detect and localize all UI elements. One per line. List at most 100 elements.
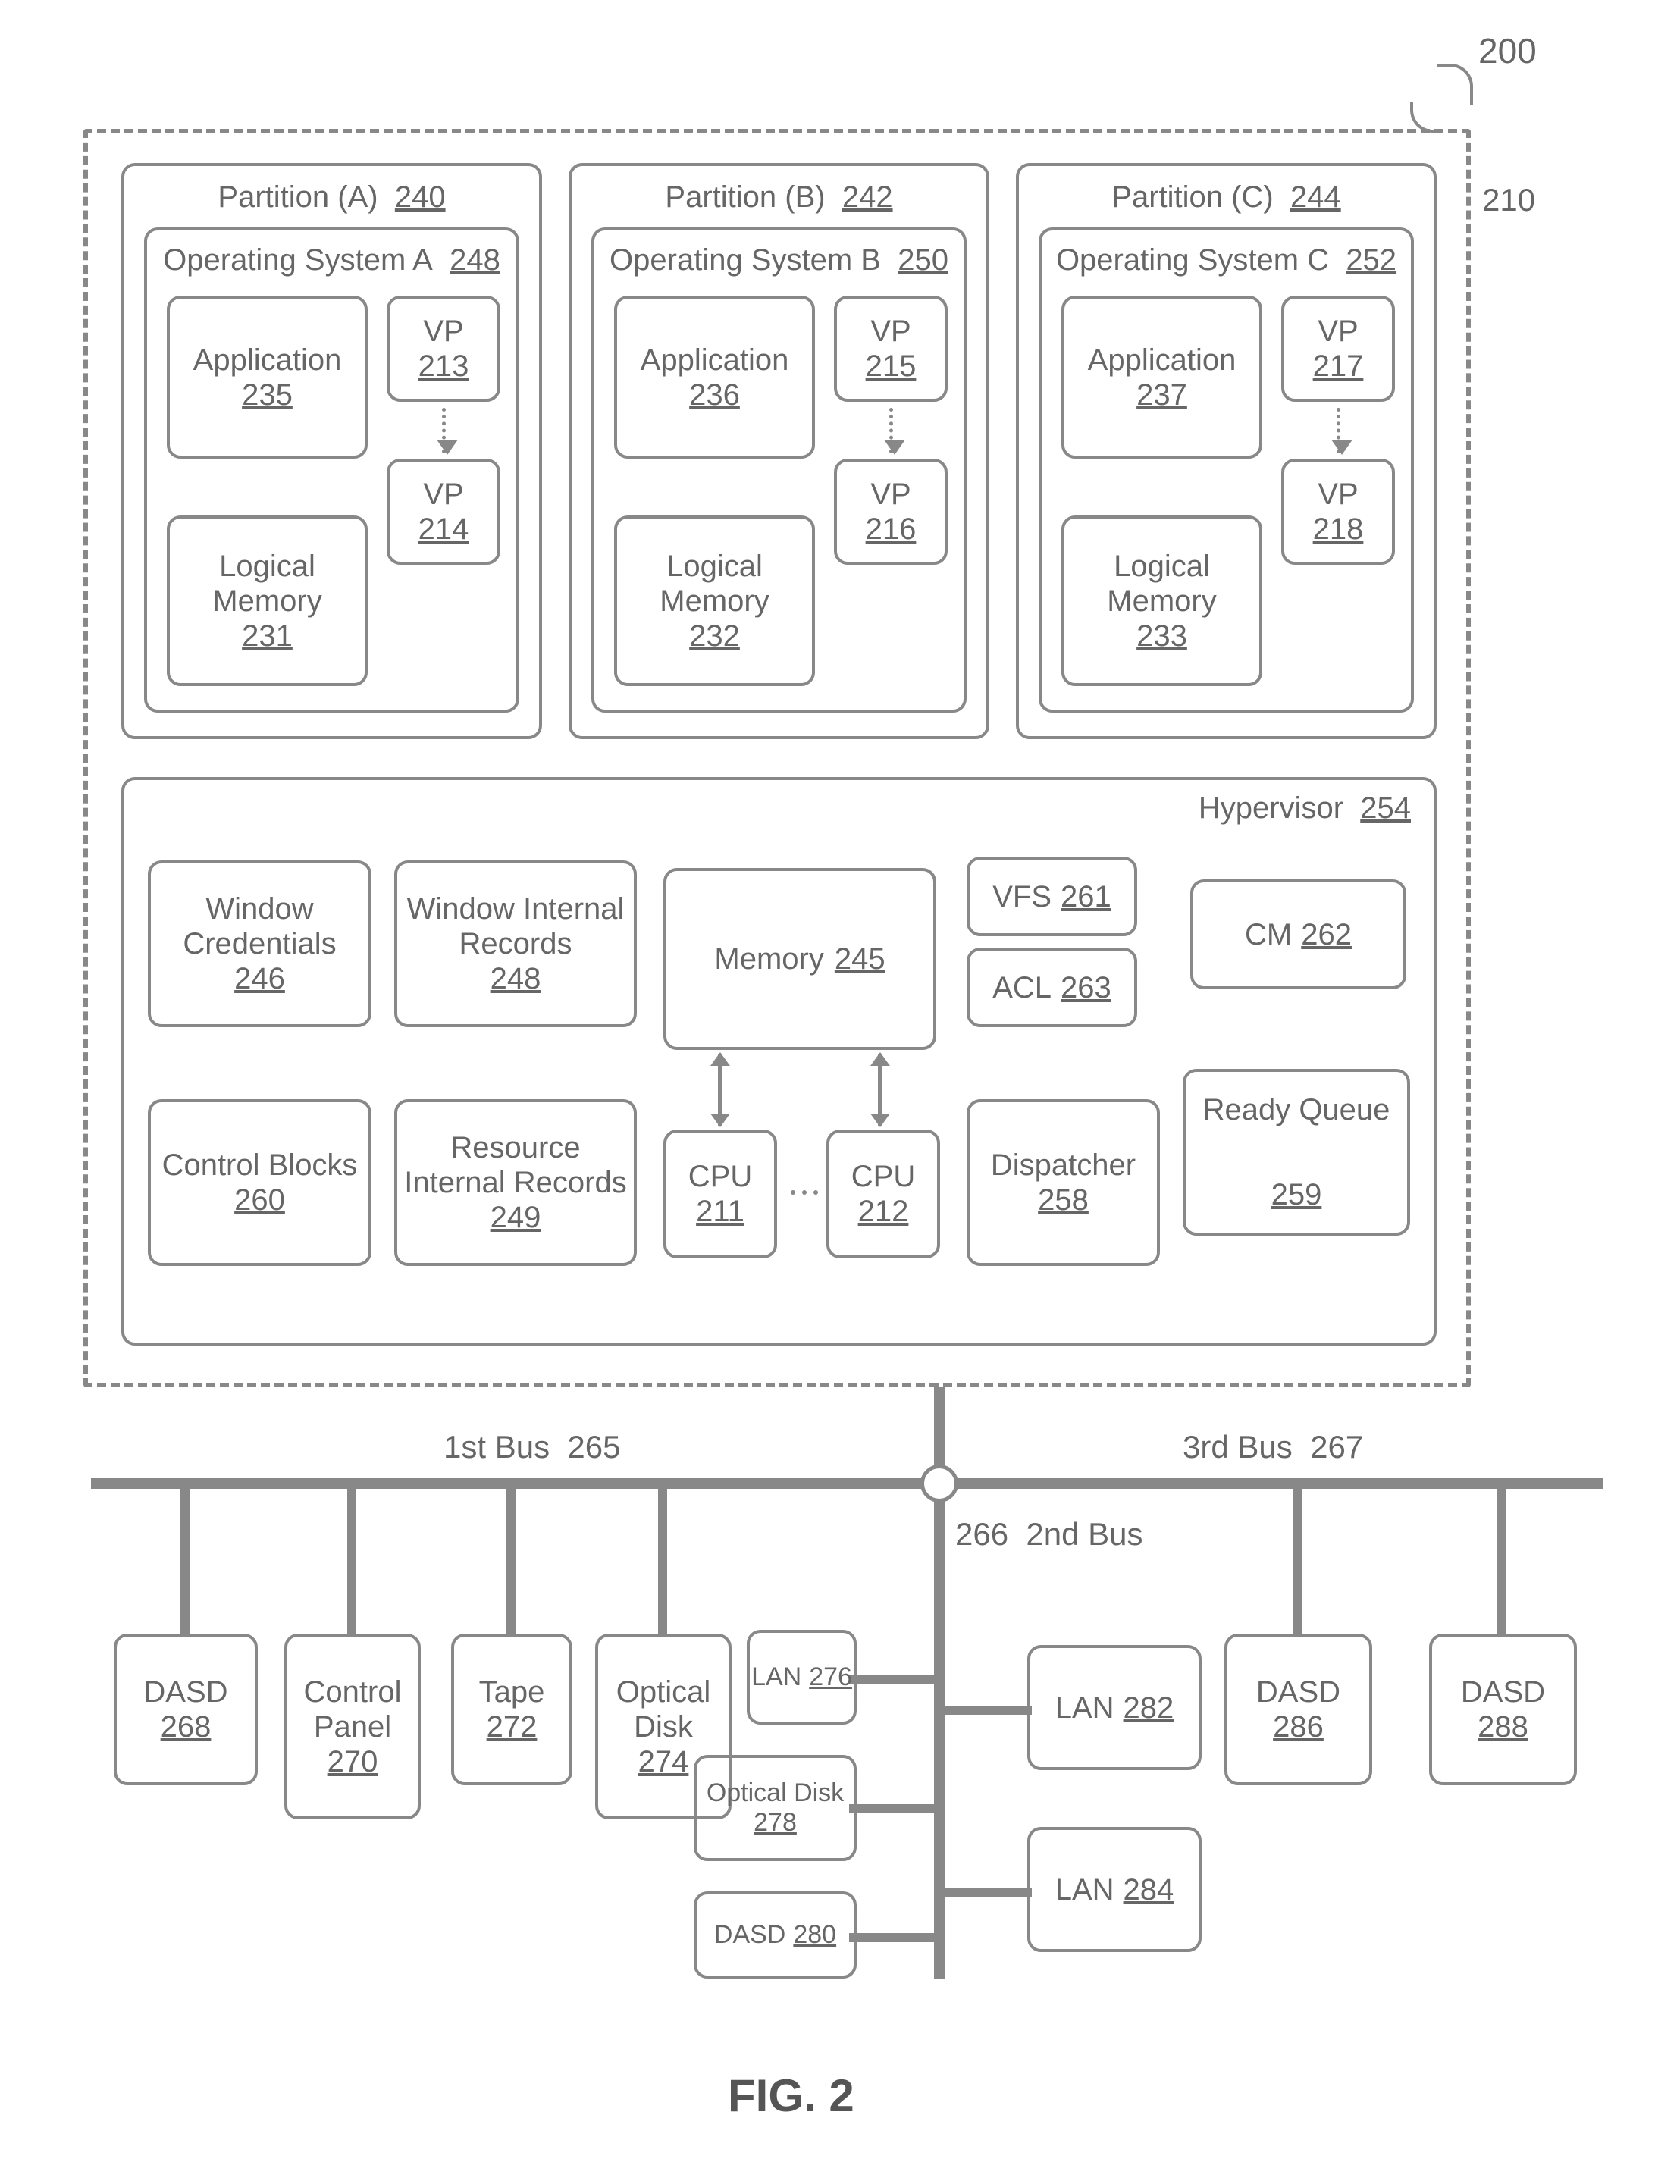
figure-label: FIG. 2: [728, 2070, 854, 2122]
wc-ref: 246: [234, 961, 285, 996]
cpu-212: CPU 212: [826, 1130, 940, 1258]
dasd288-ref: 288: [1478, 1709, 1528, 1744]
lm-c-title: Logical Memory: [1064, 549, 1259, 619]
hv-ref: 254: [1360, 791, 1411, 825]
app-b-title: Application: [641, 343, 789, 378]
ref-210: 210: [1482, 182, 1535, 218]
vp-b-dots: [889, 408, 893, 453]
vp-a1-ref: 213: [418, 349, 469, 384]
od274-ref: 274: [638, 1744, 689, 1779]
partition-c-ref: 244: [1290, 180, 1341, 214]
control-panel-270: Control Panel 270: [284, 1634, 421, 1819]
dasd268-title: DASD: [143, 1675, 227, 1709]
lm-a-ref: 231: [242, 619, 293, 653]
vp-c2-ref: 218: [1313, 512, 1364, 547]
dasd286-title: DASD: [1256, 1675, 1340, 1709]
os-b-title: Operating System B: [610, 243, 881, 277]
lm-c: Logical Memory 233: [1061, 515, 1262, 686]
branch-278: [849, 1804, 936, 1813]
dasd288-title: DASD: [1461, 1675, 1545, 1709]
app-a: Application 235: [167, 296, 368, 459]
tape272-ref: 272: [487, 1709, 538, 1744]
lm-b: Logical Memory 232: [614, 515, 815, 686]
drop-270: [347, 1489, 356, 1637]
lan276-title: LAN: [751, 1662, 801, 1692]
lm-b-title: Logical Memory: [617, 549, 812, 619]
ref-200: 200: [1478, 30, 1537, 71]
partition-a-ref: 240: [395, 180, 446, 214]
branch-280: [849, 1933, 936, 1942]
wir-title: Window Internal Records: [397, 891, 634, 961]
lan282-title: LAN: [1055, 1690, 1114, 1725]
bus-junction: [920, 1465, 958, 1502]
dasd268-ref: 268: [161, 1709, 212, 1744]
partition-a-title: Partition (A): [218, 180, 378, 214]
bus-3-h: [951, 1478, 1603, 1489]
vp-b2-ref: 216: [866, 512, 917, 547]
dasd-288: DASD 288: [1429, 1634, 1577, 1785]
os-c-title: Operating System C: [1056, 243, 1329, 277]
cp270-ref: 270: [328, 1744, 378, 1779]
branch-284: [945, 1888, 1032, 1897]
cpu2-ref: 212: [858, 1194, 909, 1229]
window-credentials: Window Credentials 246: [148, 860, 371, 1027]
vfs-title: VFS: [992, 879, 1052, 914]
cm: CM 262: [1190, 879, 1406, 989]
os-a-title: Operating System A: [163, 243, 433, 277]
app-c-ref: 237: [1136, 378, 1187, 412]
drop-286: [1293, 1489, 1302, 1637]
lan-282: LAN 282: [1027, 1645, 1202, 1770]
partition-c-title: Partition (C): [1111, 180, 1273, 214]
drop-288: [1497, 1489, 1506, 1637]
vp-a1-title: VP: [423, 314, 463, 349]
mem-cpu2-link: [878, 1054, 882, 1126]
app-c-title: Application: [1088, 343, 1236, 378]
vp-b1-title: VP: [870, 314, 911, 349]
tape272-title: Tape: [479, 1675, 545, 1709]
leader-200: [1437, 64, 1473, 105]
acl-title: ACL: [992, 970, 1052, 1005]
diagram-root: 200 210 Partition (A) 240 Operating Syst…: [30, 30, 1650, 2154]
lm-b-ref: 232: [689, 619, 740, 653]
leader-200b: [1410, 102, 1440, 133]
vp-c2-title: VP: [1318, 477, 1358, 512]
partition-b-title: Partition (B): [665, 180, 825, 214]
dasd280-ref: 280: [793, 1920, 836, 1950]
partition-b-ref: 242: [842, 180, 893, 214]
cpu1-title: CPU: [688, 1159, 752, 1194]
vfs: VFS 261: [967, 857, 1137, 936]
disp-title: Dispatcher: [991, 1148, 1136, 1183]
dasd286-ref: 286: [1273, 1709, 1324, 1744]
rq-ref: 259: [1271, 1177, 1322, 1212]
lan284-ref: 284: [1124, 1872, 1174, 1907]
branch-276: [849, 1675, 936, 1684]
acl: ACL 263: [967, 948, 1137, 1027]
vp-c1-ref: 217: [1313, 349, 1364, 384]
od278-title: Optical Disk: [707, 1778, 844, 1808]
vp-b2-title: VP: [870, 477, 911, 512]
control-blocks: Control Blocks 260: [148, 1099, 371, 1266]
app-b-ref: 236: [689, 378, 740, 412]
app-a-ref: 235: [242, 378, 293, 412]
vp-c-dots: [1337, 408, 1340, 453]
vp-b1: VP 215: [834, 296, 948, 402]
os-c-ref: 252: [1346, 243, 1396, 277]
cm-ref: 262: [1301, 917, 1352, 952]
lan-276: LAN 276: [747, 1630, 857, 1725]
lan282-ref: 282: [1124, 1690, 1174, 1725]
cpu-ellipsis-1: [791, 1190, 795, 1195]
acl-ref: 263: [1061, 970, 1111, 1005]
cpu-ellipsis-3: [813, 1190, 818, 1195]
tape-272: Tape 272: [451, 1634, 572, 1785]
lm-c-ref: 233: [1136, 619, 1187, 653]
vp-a1: VP 213: [387, 296, 500, 402]
dasd-286: DASD 286: [1224, 1634, 1372, 1785]
vp-c2: VP 218: [1281, 459, 1395, 565]
mem-title: Memory: [714, 942, 823, 976]
cpu-211: CPU 211: [663, 1130, 777, 1258]
cpu1-ref: 211: [696, 1194, 744, 1229]
od274-title: Optical Disk: [598, 1675, 729, 1744]
cpu-ellipsis-2: [802, 1190, 807, 1195]
bus-1-label: 1st Bus 265: [444, 1429, 621, 1465]
vfs-ref: 261: [1061, 879, 1111, 914]
